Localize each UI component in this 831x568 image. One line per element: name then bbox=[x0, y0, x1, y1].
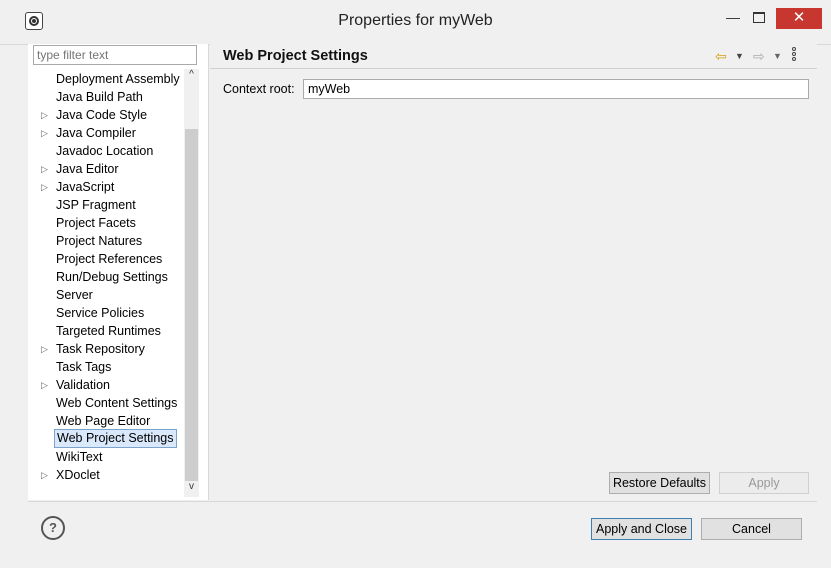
expand-arrow-icon[interactable]: ▷ bbox=[41, 466, 49, 484]
tree-item[interactable]: Web Content Settings bbox=[28, 394, 188, 412]
restore-defaults-button[interactable]: Restore Defaults bbox=[609, 472, 710, 494]
expand-arrow-icon[interactable]: ▷ bbox=[41, 160, 49, 178]
tree-item-label: Run/Debug Settings bbox=[56, 270, 168, 284]
tree-item-label: JavaScript bbox=[56, 180, 115, 194]
maximize-icon bbox=[753, 12, 765, 23]
expand-arrow-icon[interactable]: ▷ bbox=[41, 106, 49, 124]
tree-item-label: Web Project Settings bbox=[54, 429, 177, 448]
tree-item[interactable]: Project References bbox=[28, 250, 188, 268]
tree-item[interactable]: ▷ XDoclet bbox=[28, 466, 188, 484]
scroll-down-icon[interactable]: v bbox=[184, 481, 199, 497]
tree-item-label: Service Policies bbox=[56, 306, 145, 320]
tree-item-label: Javadoc Location bbox=[56, 144, 154, 158]
tree-item[interactable]: Service Policies bbox=[28, 304, 188, 322]
title-bar: Properties for myWeb — ✕ bbox=[0, 0, 831, 45]
close-button[interactable]: ✕ bbox=[776, 8, 822, 29]
filter-input[interactable] bbox=[33, 45, 197, 65]
tree-item-label: Web Content Settings bbox=[56, 396, 178, 410]
tree-item[interactable]: Project Facets bbox=[28, 214, 188, 232]
header-divider bbox=[210, 68, 817, 69]
tree-item[interactable]: Server bbox=[28, 286, 188, 304]
tree-item[interactable]: Run/Debug Settings bbox=[28, 268, 188, 286]
tree-item-label: JSP Fragment bbox=[56, 198, 136, 212]
tree-item-label: Web Page Editor bbox=[56, 414, 151, 428]
tree-item-label: XDoclet bbox=[56, 468, 100, 482]
maximize-button[interactable] bbox=[746, 8, 772, 28]
tree-item-label: Server bbox=[56, 288, 93, 302]
tree-item[interactable]: Targeted Runtimes bbox=[28, 322, 188, 340]
tree-item[interactable]: ▷ Task Repository bbox=[28, 340, 188, 358]
tree-item[interactable]: ▷ Validation bbox=[28, 376, 188, 394]
tree-item-label: Task Tags bbox=[56, 360, 112, 374]
tree-item-label: Task Repository bbox=[56, 342, 145, 356]
back-arrow-icon[interactable]: ⇦ bbox=[715, 46, 727, 66]
tree-item[interactable]: ▷ Java Code Style bbox=[28, 106, 188, 124]
window-title: Properties for myWeb bbox=[338, 12, 493, 29]
tree-item[interactable]: ▷ Java Compiler bbox=[28, 124, 188, 142]
expand-arrow-icon[interactable]: ▷ bbox=[41, 340, 49, 358]
expand-arrow-icon[interactable]: ▷ bbox=[41, 178, 49, 196]
dialog-footer: ? Apply and Close Cancel bbox=[28, 501, 817, 558]
help-icon[interactable]: ? bbox=[41, 516, 65, 540]
expand-arrow-icon[interactable]: ▷ bbox=[41, 124, 49, 142]
tree-item-label: Validation bbox=[56, 378, 110, 392]
tree-item[interactable]: Web Page Editor bbox=[28, 412, 188, 430]
tree-item-label: Project References bbox=[56, 252, 163, 266]
properties-page: Web Project Settings ⇦ ▼ ⇨ ▼ Context roo… bbox=[210, 44, 817, 500]
forward-arrow-icon[interactable]: ⇨ bbox=[753, 46, 765, 66]
back-dropdown-icon[interactable]: ▼ bbox=[735, 46, 744, 66]
category-pane: Deployment Assembly Java Build Path ▷ Java … bbox=[28, 44, 209, 500]
cancel-button[interactable]: Cancel bbox=[701, 518, 802, 540]
tree-item[interactable]: Java Build Path bbox=[28, 88, 188, 106]
page-title: Web Project Settings bbox=[223, 48, 368, 64]
tree-item-label: Java Code Style bbox=[56, 108, 148, 122]
tree-item[interactable]: ▷ Java Editor bbox=[28, 160, 188, 178]
view-menu-icon[interactable] bbox=[792, 46, 800, 66]
tree-item-label: Deployment Assembly bbox=[56, 72, 180, 86]
apply-button[interactable]: Apply bbox=[719, 472, 809, 494]
tree-item[interactable]: Project Natures bbox=[28, 232, 188, 250]
tree-item[interactable]: WikiText bbox=[28, 448, 188, 466]
scroll-thumb[interactable] bbox=[185, 129, 198, 481]
scroll-up-icon[interactable]: ^ bbox=[184, 69, 199, 85]
context-root-label: Context root: bbox=[223, 82, 295, 96]
tree-item[interactable]: Task Tags bbox=[28, 358, 188, 376]
tree-item[interactable]: Deployment Assembly bbox=[28, 70, 188, 88]
tree-item-label: Project Natures bbox=[56, 234, 143, 248]
expand-arrow-icon[interactable]: ▷ bbox=[41, 376, 49, 394]
tree-item-label: Java Build Path bbox=[56, 90, 143, 104]
apply-and-close-button[interactable]: Apply and Close bbox=[591, 518, 692, 540]
tree-item-label: Java Compiler bbox=[56, 126, 136, 140]
forward-dropdown-icon[interactable]: ▼ bbox=[773, 46, 782, 66]
tree-item[interactable]: ▷ JavaScript bbox=[28, 178, 188, 196]
tree-scrollbar[interactable]: ^ v bbox=[184, 69, 199, 497]
tree-item[interactable]: Web Project Settings bbox=[28, 429, 188, 448]
context-root-field[interactable] bbox=[303, 79, 809, 99]
tree-item-label: Project Facets bbox=[56, 216, 136, 230]
category-tree: Deployment Assembly Java Build Path ▷ Java … bbox=[28, 70, 188, 484]
tree-item-label: WikiText bbox=[56, 450, 103, 464]
minimize-button[interactable]: — bbox=[720, 8, 746, 28]
tree-item[interactable]: Javadoc Location bbox=[28, 142, 188, 160]
tree-item[interactable]: JSP Fragment bbox=[28, 196, 188, 214]
tree-item-label: Java Editor bbox=[56, 162, 119, 176]
tree-item-label: Targeted Runtimes bbox=[56, 324, 161, 338]
